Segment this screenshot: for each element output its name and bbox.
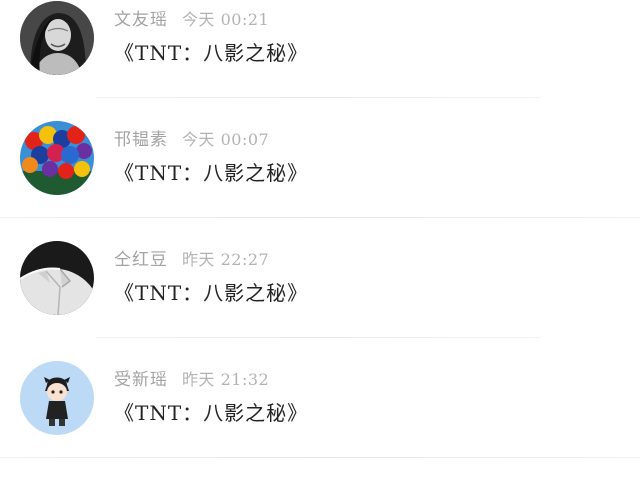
username[interactable]: 邗韫素 xyxy=(114,130,168,150)
timestamp: 昨天 21:32 xyxy=(182,370,270,389)
list-item: 文友瑶 今天 00:21 《TNT：八影之秘》 xyxy=(0,0,640,120)
list-item: 邗韫素 今天 00:07 《TNT：八影之秘》 xyxy=(0,120,640,240)
comment-list: 文友瑶 今天 00:21 《TNT：八影之秘》 邗韫素 今天 00:07 《TN… xyxy=(0,0,640,463)
divider xyxy=(0,217,640,218)
comment-meta: 受新瑶 昨天 21:32 xyxy=(114,369,269,391)
comment-meta: 仝红豆 昨天 22:27 xyxy=(114,249,269,271)
timestamp: 今天 00:21 xyxy=(182,10,270,29)
username[interactable]: 文友瑶 xyxy=(114,10,168,30)
balloons-avatar xyxy=(20,121,94,195)
list-item: 仝红豆 昨天 22:27 《TNT：八影之秘》 xyxy=(0,240,640,360)
comment-meta: 文友瑶 今天 00:21 xyxy=(114,9,269,31)
divider xyxy=(0,457,640,458)
avatar[interactable] xyxy=(20,1,94,75)
divider xyxy=(96,97,540,98)
timestamp: 昨天 22:27 xyxy=(182,250,270,269)
comment-text: 《TNT：八影之秘》 xyxy=(114,41,309,65)
username[interactable]: 受新瑶 xyxy=(114,370,168,390)
comment-text: 《TNT：八影之秘》 xyxy=(114,281,309,305)
avatar[interactable] xyxy=(20,361,94,435)
timestamp: 今天 00:07 xyxy=(182,130,270,149)
comment-text: 《TNT：八影之秘》 xyxy=(114,161,309,185)
white-shirt-avatar xyxy=(20,241,94,315)
divider xyxy=(96,337,540,338)
username[interactable]: 仝红豆 xyxy=(114,250,168,270)
cartoon-boy-avatar xyxy=(20,361,94,435)
comment-text: 《TNT：八影之秘》 xyxy=(114,401,309,425)
woman-portrait-avatar xyxy=(20,1,94,75)
list-item: 受新瑶 昨天 21:32 《TNT：八影之秘》 xyxy=(0,360,640,480)
avatar[interactable] xyxy=(20,121,94,195)
avatar[interactable] xyxy=(20,241,94,315)
comment-meta: 邗韫素 今天 00:07 xyxy=(114,129,269,151)
